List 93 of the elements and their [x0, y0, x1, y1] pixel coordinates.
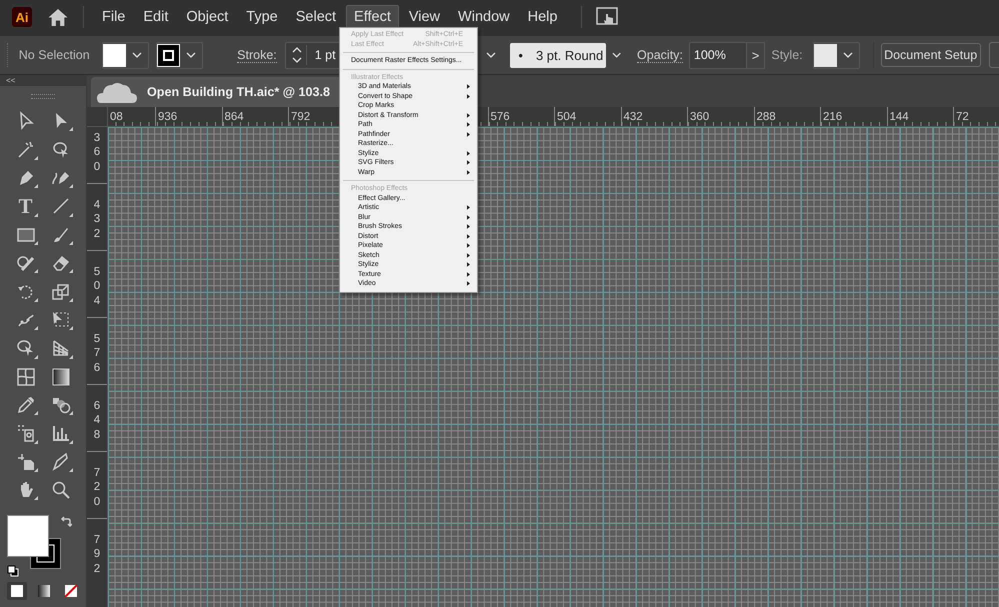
- ruler-label: 576: [490, 111, 510, 123]
- ruler-label: 432: [92, 198, 102, 242]
- ruler-label: 720: [92, 466, 102, 510]
- scale-icon[interactable]: [50, 282, 70, 302]
- ruler-label: 360: [690, 111, 710, 123]
- touch-workspace-icon[interactable]: [596, 7, 618, 27]
- gradient-icon[interactable]: [50, 366, 70, 387]
- ruler-label: 216: [823, 111, 842, 123]
- slice-icon[interactable]: [50, 452, 70, 472]
- ruler-label: 144: [890, 111, 909, 123]
- stroke-swatch[interactable]: [157, 44, 180, 66]
- style-swatch[interactable]: [814, 44, 837, 66]
- flyout-corner-icon: [34, 354, 38, 359]
- flyout-corner-icon: [69, 411, 73, 416]
- selection-status: No Selection: [18, 48, 91, 62]
- chevron-down-icon[interactable]: [486, 52, 496, 58]
- ruler-label: 576: [92, 332, 102, 376]
- flyout-corner-icon: [34, 269, 38, 274]
- menu-item[interactable]: View: [400, 5, 448, 29]
- menu-item[interactable]: Window: [450, 5, 518, 29]
- panel-grip[interactable]: [31, 94, 55, 99]
- chevron-down-icon[interactable]: [842, 52, 853, 58]
- mesh-icon[interactable]: [16, 366, 36, 387]
- flyout-corner-icon: [69, 354, 73, 359]
- lasso-icon[interactable]: [50, 140, 70, 160]
- default-colors-icon[interactable]: [7, 565, 19, 578]
- flyout-corner-icon: [34, 496, 38, 500]
- color-mode-button[interactable]: [7, 582, 27, 600]
- ruler-label: 72: [956, 111, 969, 123]
- chevron-down-icon[interactable]: [186, 52, 196, 58]
- flyout-corner-icon: [34, 156, 38, 160]
- flyout-corner-icon: [69, 298, 73, 302]
- fill-and-stroke-drawing[interactable]: [7, 515, 61, 570]
- menu-item[interactable]: Effect: [346, 5, 399, 29]
- spinner-icon[interactable]: [292, 45, 307, 65]
- app-logo[interactable]: Ai: [12, 7, 32, 27]
- symbol-sprayer-icon[interactable]: [16, 423, 36, 444]
- flyout-corner-icon: [34, 184, 38, 188]
- flyout-corner-icon: [69, 184, 73, 188]
- ruler-label: 792: [92, 533, 102, 577]
- artboard-icon[interactable]: [16, 452, 36, 472]
- perspective-grid-icon[interactable]: [50, 338, 70, 358]
- opacity-label[interactable]: Opacity:: [637, 48, 683, 62]
- ruler-label: 504: [92, 265, 102, 309]
- flyout-corner-icon: [69, 269, 73, 274]
- ruler-label: 648: [92, 399, 102, 443]
- ruler-label: 432: [624, 111, 643, 123]
- fill-swatch[interactable]: [103, 44, 126, 66]
- stroke-label[interactable]: Stroke:: [237, 48, 277, 62]
- magic-wand-icon[interactable]: [16, 140, 36, 160]
- home-icon[interactable]: [47, 8, 69, 26]
- column-graph-icon[interactable]: [50, 423, 70, 444]
- menu-item[interactable]: Object: [178, 5, 236, 29]
- line-segment-icon[interactable]: [50, 196, 70, 216]
- type-tool[interactable]: T: [18, 196, 32, 216]
- ruler-label: 792: [291, 111, 310, 123]
- ruler-label: 08: [110, 111, 123, 123]
- style-label: Style:: [771, 48, 803, 62]
- menu-item[interactable]: File: [94, 5, 134, 29]
- chevron-down-icon[interactable]: [132, 52, 142, 58]
- opacity-arrow[interactable]: >: [746, 42, 766, 68]
- flyout-corner-icon: [34, 468, 38, 472]
- flyout-corner-icon: [34, 326, 38, 330]
- ruler-label: 360: [92, 131, 102, 175]
- menu-item[interactable]: Edit: [135, 5, 176, 29]
- flyout-corner-icon: [69, 240, 73, 245]
- flyout-corner-icon: [69, 440, 73, 444]
- document-setup-button[interactable]: Document Setup: [880, 43, 981, 67]
- opacity-field[interactable]: 100%: [688, 42, 747, 68]
- zoom-icon[interactable]: [50, 480, 70, 500]
- blend-icon[interactable]: [50, 395, 70, 416]
- flyout-corner-icon: [34, 240, 38, 245]
- menu-item[interactable]: Select: [288, 5, 344, 29]
- flyout-corner-icon: [34, 440, 38, 444]
- flyout-corner-icon: [69, 212, 73, 217]
- eraser-icon[interactable]: [50, 253, 70, 274]
- flyout-corner-icon: [34, 298, 38, 302]
- chevron-down-icon[interactable]: [612, 52, 622, 58]
- ruler-label: 504: [557, 111, 576, 123]
- flyout-corner-icon: [69, 468, 73, 472]
- flyout-corner-icon: [69, 326, 73, 330]
- cloud-icon: [97, 81, 137, 103]
- menu-item[interactable]: Help: [520, 5, 566, 29]
- flyout-corner-icon: [34, 411, 38, 416]
- ruler-label: 288: [756, 111, 776, 123]
- collapse-button[interactable]: <<: [6, 76, 16, 84]
- ruler-label: 864: [224, 111, 244, 123]
- swap-arrows-icon[interactable]: [60, 516, 72, 528]
- menu-item[interactable]: Type: [238, 5, 286, 29]
- flyout-corner-icon: [69, 127, 73, 132]
- ruler-label: 936: [158, 111, 178, 123]
- brush-definition-field[interactable]: • 3 pt. Round: [510, 42, 606, 68]
- flyout-corner-icon: [34, 212, 38, 217]
